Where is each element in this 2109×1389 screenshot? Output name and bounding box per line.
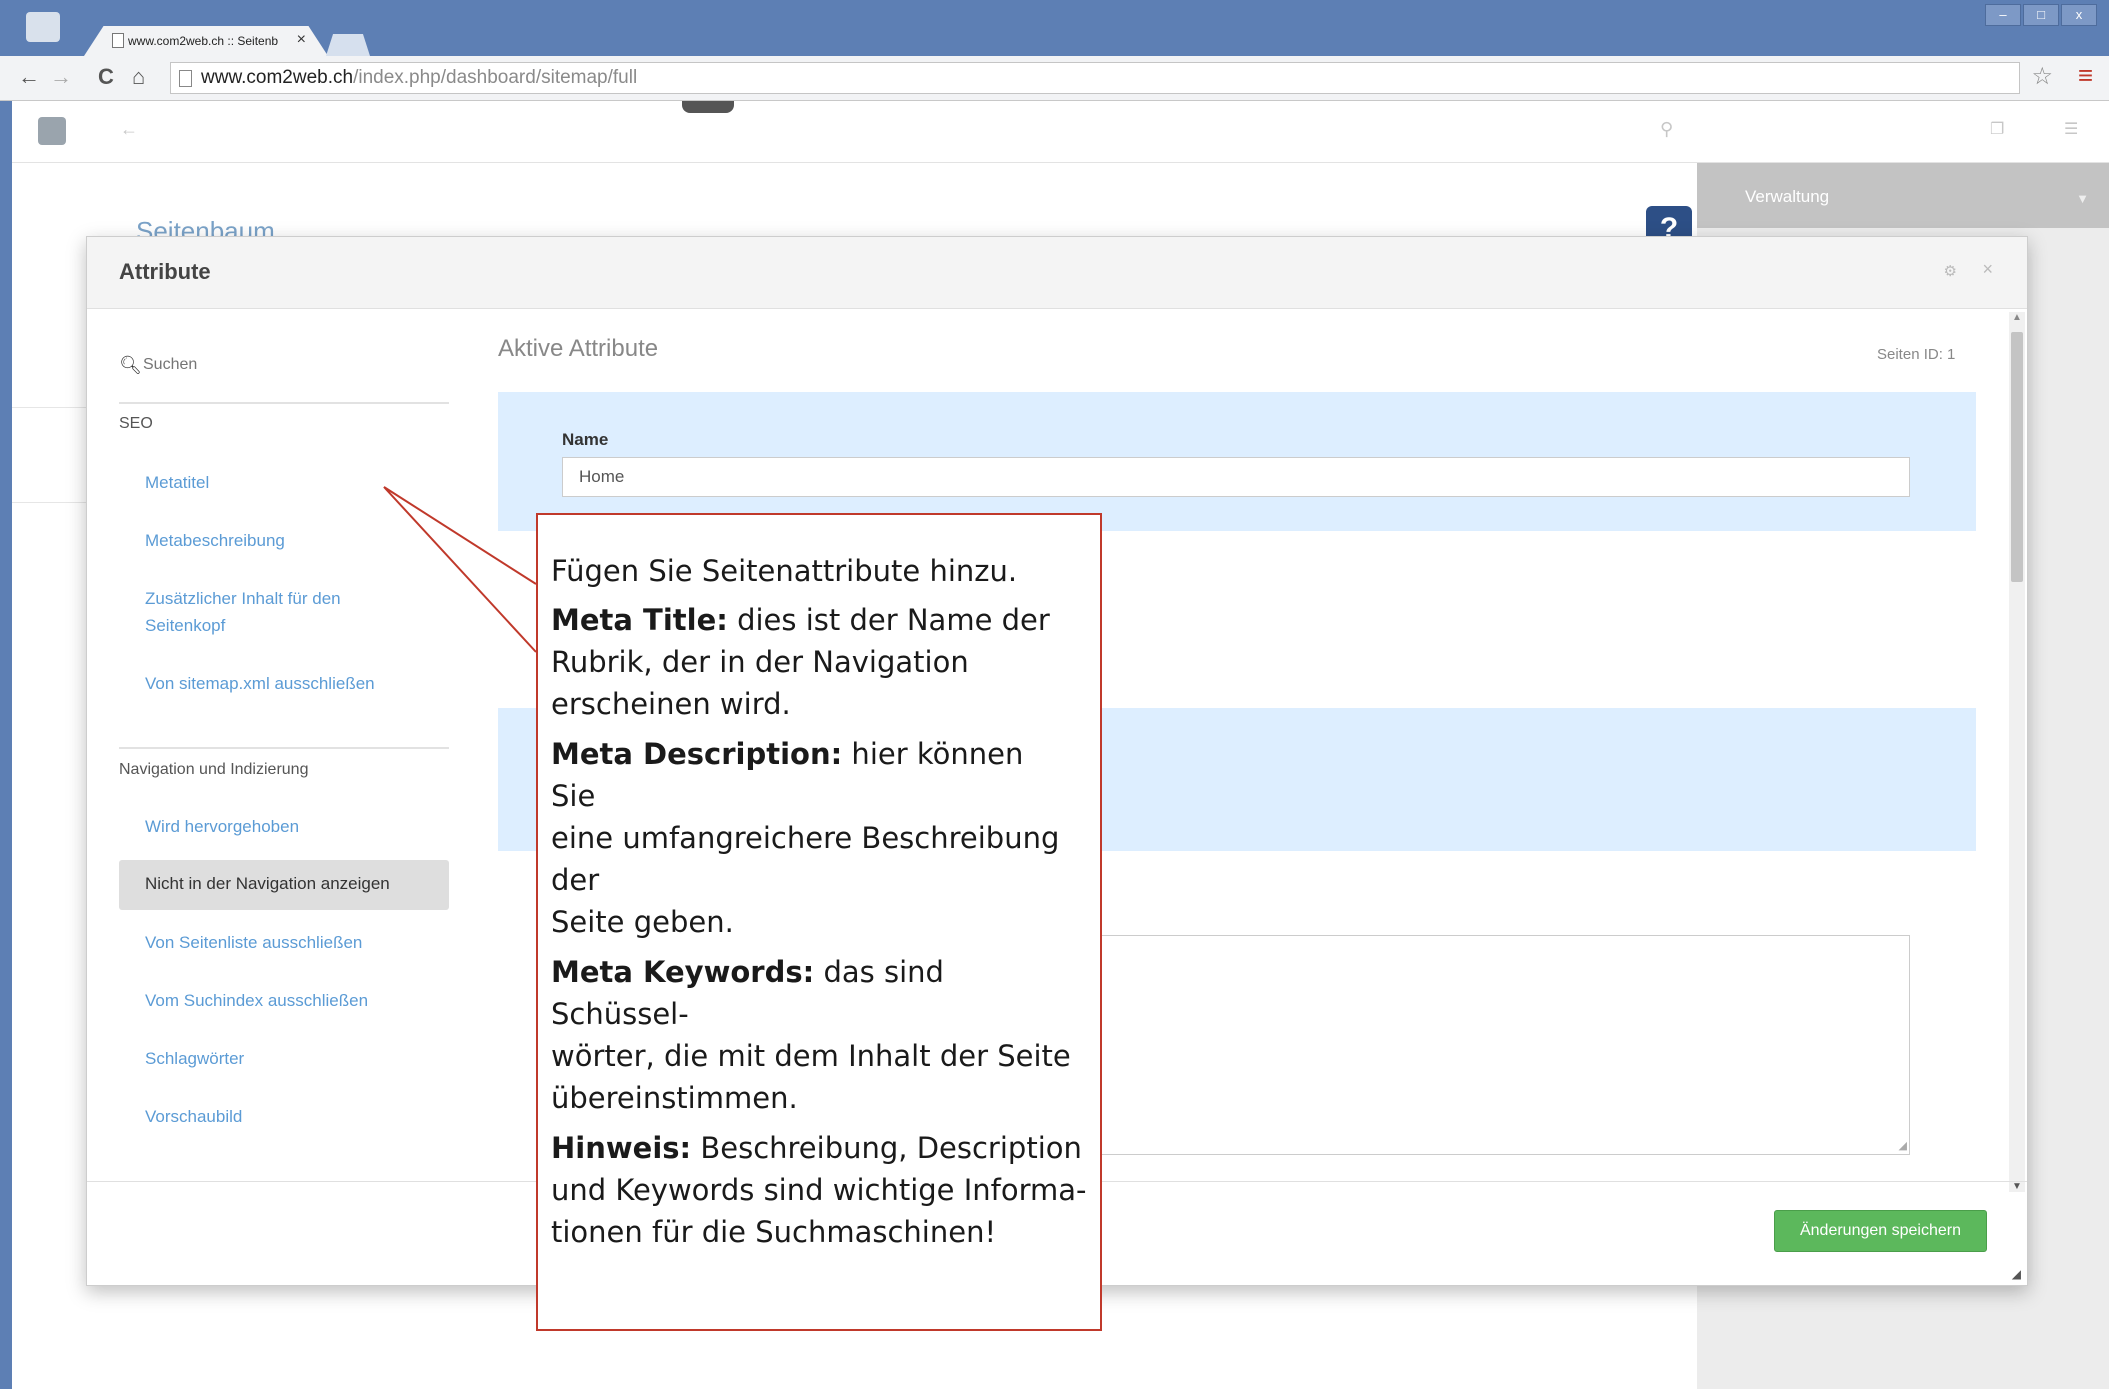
callout-text: Rubrik, der in der Navigation <box>551 645 969 679</box>
back-arrow-icon[interactable]: ← <box>18 64 40 90</box>
reload-icon[interactable]: C <box>98 64 114 90</box>
document-icon <box>112 33 124 48</box>
browser-titlebar: www.com2web.ch :: Seitenb × – □ x <box>0 0 2109 56</box>
attribute-panel-name: Name <box>498 392 1976 531</box>
resize-grip-icon[interactable]: ◢ <box>2012 1267 2021 1281</box>
close-icon[interactable]: × <box>1982 259 1993 280</box>
callout-box: Fügen Sie Seitenattribute hinzu. Meta Ti… <box>536 513 1102 1331</box>
divider <box>119 747 449 749</box>
page-id: Seiten ID: 1 <box>1877 346 1956 363</box>
browser-logo-icon <box>26 12 60 42</box>
close-window-button[interactable]: x <box>2061 4 2097 26</box>
panel-header[interactable]: Verwaltung ▼ <box>1697 163 2109 228</box>
callout-meta-keywords: Meta Keywords: das sind Schüssel- wörter… <box>551 951 1100 1119</box>
minimize-button[interactable]: – <box>1985 4 2021 26</box>
browser-menu-icon[interactable]: ≡ <box>2078 60 2093 91</box>
callout-meta-keywords-label: Meta Keywords: <box>551 955 815 989</box>
callout-hint: Hinweis: Beschreibung, Description und K… <box>551 1127 1100 1253</box>
search-icon[interactable]: ⚲ <box>1660 119 1673 140</box>
forward-arrow-icon[interactable]: → <box>50 64 72 90</box>
callout-text: übereinstimmen. <box>551 1081 798 1115</box>
url-input[interactable]: www.com2web.ch/index.php/dashboard/sitem… <box>170 62 2020 94</box>
page-icon <box>179 70 192 87</box>
dialog-title: Attribute <box>119 259 211 284</box>
attribute-link-metatitel[interactable]: Metatitel <box>145 469 405 496</box>
callout-text: Seite geben. <box>551 905 734 939</box>
pages-icon[interactable]: ❐ <box>1990 119 2004 139</box>
url-path: /index.php/dashboard/sitemap/full <box>353 67 638 88</box>
settings-sliders-icon[interactable]: ☰ <box>2064 119 2078 139</box>
callout-meta-description-label: Meta Description: <box>551 737 843 771</box>
callout-text: Beschreibung, Description <box>691 1131 1082 1165</box>
scrollbar[interactable]: ▲ ▼ <box>2009 312 2025 1192</box>
attribute-link-header-extra[interactable]: Zusätzlicher Inhalt für den Seitenkopf <box>145 585 405 639</box>
window-controls: – □ x <box>1985 4 2097 26</box>
home-icon[interactable]: ⌂ <box>132 64 145 90</box>
callout-text: eine umfangreichere Beschreibung der <box>551 821 1060 897</box>
attribute-link-exclude-sitemap[interactable]: Von sitemap.xml ausschließen <box>145 670 405 697</box>
back-icon[interactable]: ← <box>120 119 138 140</box>
window-border <box>0 101 12 1389</box>
callout-meta-title-label: Meta Title: <box>551 603 728 637</box>
attribute-search-input[interactable] <box>143 353 323 377</box>
callout-meta-title: Meta Title: dies ist der Name der Rubrik… <box>551 599 1100 725</box>
divider <box>12 502 86 503</box>
attribute-link-exclude-search[interactable]: Vom Suchindex ausschließen <box>145 987 405 1014</box>
cms-toolbar: ← ⚲ ❐ ☰ <box>12 101 2109 163</box>
toolbar-handle <box>682 101 734 113</box>
new-tab-button[interactable] <box>326 34 370 56</box>
callout-text: und Keywords sind wichtige Informa- <box>551 1173 1087 1207</box>
cms-logo-icon[interactable] <box>38 117 66 145</box>
search-icon: 🔍︎ <box>119 355 142 375</box>
url-host: www.com2web.ch <box>201 67 354 88</box>
bookmark-star-icon[interactable]: ☆ <box>2031 62 2053 91</box>
tab-title: www.com2web.ch :: Seitenb <box>128 34 279 48</box>
dialog-header: Attribute ⚙ × <box>87 237 2027 309</box>
chevron-down-icon: ▼ <box>2076 191 2089 206</box>
address-bar: ← → C ⌂ www.com2web.ch/index.php/dashboa… <box>0 56 2109 101</box>
attribute-link-exclude-nav-selected[interactable]: Nicht in der Navigation anzeigen <box>119 860 449 910</box>
callout-text: hier können <box>842 737 1024 771</box>
attribute-link-exclude-pagelist[interactable]: Von Seitenliste ausschließen <box>145 929 405 956</box>
group-label-navigation: Navigation und Indizierung <box>119 761 309 778</box>
callout-text: dies ist der Name der <box>727 603 1050 637</box>
name-field[interactable] <box>562 457 1910 497</box>
divider <box>12 407 86 408</box>
close-tab-icon[interactable]: × <box>297 31 306 49</box>
callout-text: erscheinen wird. <box>551 687 791 721</box>
attribute-link-thumbnail[interactable]: Vorschaubild <box>145 1103 405 1130</box>
scroll-down-icon[interactable]: ▼ <box>2012 1181 2022 1192</box>
callout-text: das sind <box>814 955 944 989</box>
attribute-link-highlighted[interactable]: Wird hervorgehoben <box>145 813 405 840</box>
active-attributes-heading: Aktive Attribute <box>498 335 659 362</box>
attribute-link-tags[interactable]: Schlagwörter <box>145 1045 405 1072</box>
callout-text: wörter, die mit dem Inhalt der Seite <box>551 1039 1071 1073</box>
maximize-button[interactable]: □ <box>2023 4 2059 26</box>
callout-text: tionen für die Suchmaschinen! <box>551 1215 997 1249</box>
callout-text: Schüssel- <box>551 997 689 1031</box>
save-changes-button[interactable]: Änderungen speichern <box>1774 1210 1987 1252</box>
callout-intro: Fügen Sie Seitenattribute hinzu. <box>551 554 1018 588</box>
panel-label: Verwaltung <box>1745 187 1830 206</box>
gear-icon[interactable]: ⚙ <box>1944 262 1957 280</box>
callout-hint-label: Hinweis: <box>551 1131 692 1165</box>
divider <box>119 402 449 404</box>
scrollbar-thumb[interactable] <box>2011 332 2023 582</box>
callout-text: Sie <box>551 779 596 813</box>
browser-tab[interactable]: www.com2web.ch :: Seitenb × <box>84 26 328 56</box>
resize-grip-icon[interactable]: ◢ <box>1899 1139 1907 1152</box>
group-label-seo: SEO <box>119 415 153 432</box>
attribute-link-metabeschreibung[interactable]: Metabeschreibung <box>145 527 405 554</box>
scroll-up-icon[interactable]: ▲ <box>2012 312 2022 323</box>
callout-meta-description: Meta Description: hier können Sie eine u… <box>551 733 1100 943</box>
name-label: Name <box>562 430 609 449</box>
